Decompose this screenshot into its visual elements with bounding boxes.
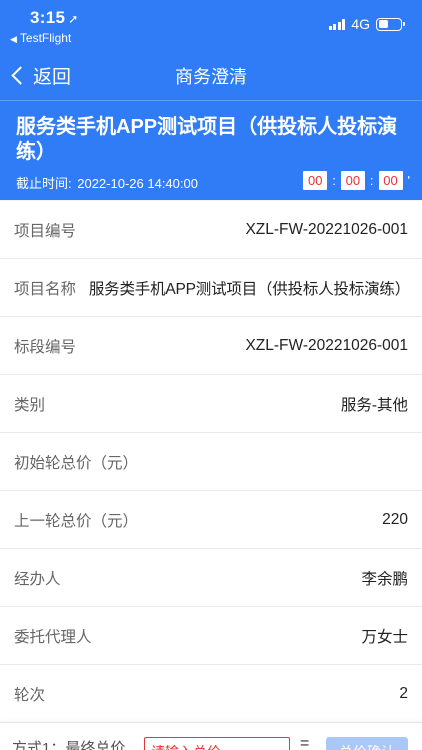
countdown-seconds: 00 (378, 171, 403, 190)
battery-icon (376, 17, 405, 31)
field-label: 类别 (14, 396, 46, 414)
field-row-project-name: 项目名称 服务类手机APP测试项目（供投标人投标演练） (0, 259, 422, 317)
equals-sign: = (300, 735, 310, 750)
field-value: XZL-FW-20221026-001 (245, 336, 408, 354)
field-row-handler: 经办人 李余鹏 (0, 549, 422, 607)
countdown-tail: ' (407, 173, 410, 188)
project-title: 服务类手机APP测试项目（供投标人投标演练） (16, 116, 398, 163)
field-value: 220 (382, 510, 408, 528)
deadline: 截止时间: 2022-10-26 14:40:00 (16, 173, 198, 192)
field-label: 经办人 (14, 570, 61, 588)
location-icon: ➚ (68, 12, 79, 26)
confirm-total-button[interactable]: 总价确认 (326, 737, 408, 750)
field-label: 项目编号 (14, 222, 77, 240)
field-row-round: 轮次 2 (0, 665, 422, 723)
deadline-value: 2022-10-26 14:40:00 (77, 176, 198, 191)
countdown-separator: : (369, 173, 374, 188)
field-row-initial-total: 初始轮总价（元） (0, 433, 422, 491)
field-row-agent: 委托代理人 万女士 (0, 607, 422, 665)
project-header: 服务类手机APP测试项目（供投标人投标演练） 截止时间: 2022-10-26 … (0, 100, 422, 200)
field-row-project-no: 项目编号 XZL-FW-20221026-001 (0, 201, 422, 259)
status-time: 3:15 ➚ (30, 8, 79, 28)
field-row-category: 类别 服务-其他 (0, 375, 422, 433)
field-value: 万女士 (361, 628, 408, 646)
deadline-label: 截止时间: (16, 176, 72, 191)
field-value: 服务类手机APP测试项目（供投标人投标演练） (88, 280, 410, 298)
field-value: 李余鹏 (361, 570, 408, 588)
status-indicators: 4G (328, 16, 405, 32)
final-total-label: 方式1：最终总价 (12, 740, 126, 750)
countdown-minutes: 00 (340, 171, 365, 190)
page-title: 商务澄清 (175, 67, 247, 87)
back-triangle-icon: ◀ (10, 34, 17, 44)
field-value: 服务-其他 (340, 396, 408, 414)
field-value: XZL-FW-20221026-001 (245, 220, 408, 238)
field-label: 上一轮总价（元） (14, 512, 139, 530)
status-time-text: 3:15 (30, 8, 66, 27)
back-to-app[interactable]: ◀ TestFlight (10, 31, 71, 45)
countdown-hours: 00 (303, 171, 328, 190)
back-to-app-label: TestFlight (19, 31, 72, 45)
field-value: 2 (399, 684, 408, 702)
detail-list: 项目编号 XZL-FW-20221026-001 项目名称 服务类手机APP测试… (0, 201, 422, 723)
field-label: 标段编号 (14, 338, 77, 356)
countdown-separator: : (332, 173, 336, 188)
network-type: 4G (351, 16, 370, 32)
field-row-previous-total: 上一轮总价（元） 220 (0, 491, 422, 549)
field-label: 委托代理人 (14, 628, 92, 646)
bottom-action-bar: 方式1：最终总价 = 总价确认 (0, 722, 422, 750)
signal-icon (328, 18, 346, 30)
field-row-section-no: 标段编号 XZL-FW-20221026-001 (0, 317, 422, 375)
countdown-timer: 00 : 00 : 00 ' (303, 171, 410, 190)
field-label: 项目名称 (14, 280, 77, 298)
field-label: 初始轮总价（元） (14, 454, 139, 472)
nav-bar: 返回 商务澄清 (0, 50, 422, 100)
status-bar: 3:15 ➚ ◀ TestFlight 4G (0, 0, 422, 50)
field-label: 轮次 (14, 686, 46, 704)
total-price-input[interactable] (144, 737, 290, 750)
